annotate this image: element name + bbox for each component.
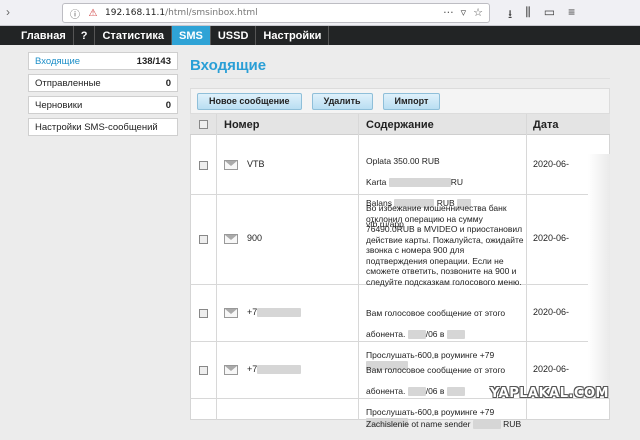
table-row[interactable]: Zachislenie ot name sender RUB bbox=[190, 399, 610, 429]
redacted-date-strip bbox=[588, 154, 610, 398]
nav-sms[interactable]: SMS bbox=[171, 26, 211, 45]
message-date: 2020-06- bbox=[533, 364, 570, 374]
message-line: Zachislenie ot name sender RUB bbox=[366, 418, 522, 429]
sidebar-item-label: Черновики bbox=[35, 99, 83, 111]
header-content[interactable]: Содержание bbox=[366, 114, 434, 135]
sender-number: +7 bbox=[247, 364, 302, 375]
sms-sidebar: Входящие 138/143 Отправленные 0 Черновик… bbox=[28, 52, 178, 140]
page-title: Входящие bbox=[190, 57, 267, 74]
sidebar-item-count: 138/143 bbox=[136, 55, 171, 67]
address-bar[interactable]: ⓘ ⚠ 192.168.11.1/html/smsinbox.html ··· … bbox=[62, 3, 490, 23]
sender-number: +7 bbox=[247, 307, 302, 318]
download-icon[interactable]: ⭳ bbox=[508, 5, 512, 26]
sender-number: VTB bbox=[247, 159, 265, 169]
sidebar-item-drafts[interactable]: Черновики 0 bbox=[28, 96, 178, 114]
envelope-icon bbox=[224, 234, 238, 244]
message-line: абонента. /06 в bbox=[366, 329, 524, 340]
sidebar-item-label: Входящие bbox=[35, 55, 81, 67]
row-checkbox[interactable] bbox=[199, 161, 208, 170]
nav-home[interactable]: Главная bbox=[14, 26, 74, 45]
sender-number: 900 bbox=[247, 233, 263, 243]
delete-button[interactable]: Удалить bbox=[311, 92, 373, 110]
import-button[interactable]: Импорт bbox=[382, 92, 441, 110]
message-line: Вам голосовое сообщение от этого bbox=[366, 364, 506, 375]
row-checkbox[interactable] bbox=[199, 366, 208, 375]
message-date: 2020-06- bbox=[533, 307, 570, 317]
message-line: Oplata 350.00 RUB bbox=[366, 155, 440, 166]
message-toolbar: Новое сообщение Удалить Импорт bbox=[190, 88, 610, 114]
message-line: Вам голосовое сообщение от этого bbox=[366, 307, 506, 318]
message-content: Zachislenie ot name sender RUB bbox=[366, 408, 524, 440]
nav-help[interactable]: ? bbox=[74, 26, 96, 45]
url-host: 192.168.11.1 bbox=[105, 8, 166, 18]
main-nav: Главная ? Статистика SMS USSD Настройки bbox=[0, 26, 640, 45]
sidebar-item-sent[interactable]: Отправленные 0 bbox=[28, 74, 178, 92]
sidebar-item-count: 0 bbox=[165, 77, 171, 89]
new-message-button[interactable]: Новое сообщение bbox=[197, 92, 302, 110]
library-icon[interactable]: ⫼ bbox=[525, 5, 531, 26]
table-row[interactable]: 900 Во избежание мошенничества банк откл… bbox=[190, 195, 610, 287]
table-row[interactable]: VTB Oplata 350.00 RUB Karta RU Balans RU… bbox=[190, 135, 610, 229]
header-number[interactable]: Номер bbox=[224, 114, 260, 135]
nav-statistics[interactable]: Статистика bbox=[95, 26, 172, 45]
browser-toolbar: › ⓘ ⚠ 192.168.11.1/html/smsinbox.html ··… bbox=[0, 0, 640, 26]
sidebar-toggle-icon[interactable]: ▭ bbox=[544, 5, 555, 26]
url-path: /html/smsinbox.html bbox=[165, 8, 258, 18]
message-date: 2020-06- bbox=[533, 159, 570, 169]
header-date[interactable]: Дата bbox=[533, 114, 558, 135]
envelope-icon bbox=[224, 308, 238, 318]
sidebar-item-label: Настройки SMS-сообщений bbox=[35, 121, 158, 133]
table-row[interactable]: +7 Вам голосовое сообщение от этого абон… bbox=[190, 285, 610, 371]
overflow-icon[interactable]: › bbox=[6, 5, 10, 19]
nav-settings[interactable]: Настройки bbox=[256, 26, 330, 45]
watermark: YAPLAKAL.COM bbox=[490, 386, 609, 401]
pocket-icon[interactable]: ▿ bbox=[461, 6, 467, 19]
message-content: Во избежание мошенничества банк отклонил… bbox=[366, 203, 524, 287]
menu-icon[interactable]: ≡ bbox=[568, 5, 575, 26]
info-icon[interactable]: ⓘ bbox=[69, 7, 81, 21]
inbox-panel: Входящие Новое сообщение Удалить Импорт … bbox=[190, 48, 610, 429]
insecure-lock-icon[interactable]: ⚠ bbox=[87, 7, 99, 19]
row-checkbox[interactable] bbox=[199, 235, 208, 244]
page-actions-icon[interactable]: ··· bbox=[443, 6, 454, 19]
envelope-icon bbox=[224, 160, 238, 170]
message-line: Karta RU bbox=[366, 176, 463, 187]
sidebar-item-inbox[interactable]: Входящие 138/143 bbox=[28, 52, 178, 70]
nav-ussd[interactable]: USSD bbox=[211, 26, 257, 45]
table-header: Номер Содержание Дата bbox=[190, 114, 610, 135]
bookmark-star-icon[interactable]: ☆ bbox=[473, 6, 483, 19]
sidebar-item-count: 0 bbox=[165, 99, 171, 111]
select-all-checkbox[interactable] bbox=[199, 114, 208, 135]
envelope-icon bbox=[224, 365, 238, 375]
title-divider bbox=[190, 78, 610, 79]
sidebar-item-label: Отправленные bbox=[35, 77, 101, 89]
message-date: 2020-06- bbox=[533, 233, 570, 243]
sidebar-item-sms-settings[interactable]: Настройки SMS-сообщений bbox=[28, 118, 178, 136]
row-checkbox[interactable] bbox=[199, 309, 208, 318]
